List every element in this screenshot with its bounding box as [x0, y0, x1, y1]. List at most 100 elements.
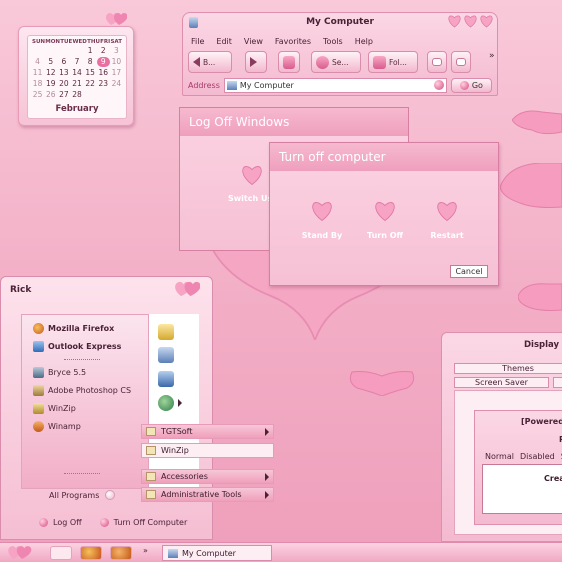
quick-launch-ie-icon[interactable] [50, 546, 72, 560]
calendar-day[interactable]: 23 [97, 79, 110, 89]
quick-launch-winamp-icon[interactable] [110, 546, 132, 560]
program-firefox[interactable]: Mozilla Firefox [33, 323, 114, 334]
address-field[interactable]: My Computer [223, 77, 447, 93]
tab-disabled[interactable]: Disabled [520, 452, 555, 461]
turn-off-computer-label: Turn Off Computer [113, 518, 188, 527]
program-photoshop[interactable]: Adobe Photoshop CS [33, 385, 131, 396]
all-programs-button[interactable]: All Programs [49, 490, 116, 500]
submenu-item-winzip[interactable]: WinZip [141, 443, 274, 458]
go-button[interactable]: Go [450, 77, 492, 93]
calendar-day[interactable]: 8 [84, 57, 97, 67]
calendar-day[interactable]: 22 [84, 79, 97, 89]
calendar-day[interactable]: 3 [110, 46, 123, 56]
calendar-day[interactable]: 15 [84, 68, 97, 78]
views-button-1[interactable] [427, 51, 447, 73]
winzip-icon [33, 403, 44, 414]
address-value: My Computer [239, 80, 294, 90]
expand-arrow-icon[interactable] [178, 399, 182, 407]
toolbar-overflow[interactable]: » [489, 51, 495, 61]
turn-off-option[interactable]: Turn Off [355, 201, 415, 240]
folders-label: Fol... [389, 57, 407, 67]
menu-edit[interactable]: Edit [216, 37, 232, 46]
desktop-heart-small [347, 370, 417, 396]
menu-favorites[interactable]: Favorites [275, 37, 311, 46]
tab-screen-saver[interactable]: Screen Saver [454, 377, 549, 388]
my-computer-icon[interactable] [158, 347, 174, 363]
calendar-day[interactable]: 18 [31, 79, 44, 89]
forward-arrow-icon [250, 57, 257, 67]
my-documents-icon[interactable] [158, 324, 174, 340]
calendar-day[interactable]: 1 [84, 46, 97, 56]
views-button-2[interactable] [451, 51, 471, 73]
program-winamp[interactable]: Winamp [33, 421, 81, 432]
submenu-item-administrative-tools[interactable]: Administrative Tools [141, 487, 274, 502]
calendar-day[interactable]: 25 [31, 90, 44, 100]
calendar-day[interactable]: 12 [44, 68, 57, 78]
calendar-day[interactable]: 11 [31, 68, 44, 78]
control-panel-icon[interactable] [158, 371, 174, 387]
program-firefox-label: Mozilla Firefox [48, 324, 115, 333]
calendar-day[interactable]: 6 [57, 57, 70, 67]
calendar-day[interactable]: 4 [31, 57, 44, 67]
submenu-item-tgtsoft[interactable]: TGTSoft [141, 424, 274, 439]
menu-view[interactable]: View [244, 37, 263, 46]
turnoff-title: Turn off computer [270, 143, 498, 171]
tab-normal[interactable]: Normal [485, 452, 514, 461]
calendar-day[interactable]: 5 [44, 57, 57, 67]
calendar-day[interactable]: 10 [110, 57, 123, 67]
turn-off-computer-button[interactable]: Turn Off Computer [99, 518, 188, 527]
tab-themes[interactable]: Themes [454, 363, 562, 374]
taskbar-my-computer[interactable]: My Computer [162, 545, 272, 561]
minimize-heart-icon[interactable] [447, 15, 462, 28]
stand-by-option[interactable]: Stand By [292, 201, 352, 240]
menu-tools[interactable]: Tools [323, 37, 343, 46]
program-outlook-express[interactable]: Outlook Express [33, 341, 121, 352]
calendar-day-today[interactable]: 9 [96, 57, 110, 67]
program-bryce[interactable]: Bryce 5.5 [33, 367, 86, 378]
close-heart-icon[interactable] [479, 15, 494, 28]
calendar-day[interactable]: 14 [70, 68, 83, 78]
menu-file[interactable]: File [191, 37, 204, 46]
calendar-day[interactable]: 28 [70, 90, 83, 100]
log-off-button[interactable]: Log Off [39, 518, 82, 527]
start-button-hearts-icon[interactable] [6, 545, 32, 560]
log-off-label: Log Off [53, 518, 82, 527]
restart-option[interactable]: Restart [417, 201, 477, 240]
calendar-day [57, 46, 70, 56]
calendar-day[interactable]: 27 [57, 90, 70, 100]
calendar-day[interactable]: 20 [57, 79, 70, 89]
calendar-day[interactable]: 21 [70, 79, 83, 89]
folders-button[interactable]: Fol... [368, 51, 418, 73]
menu-help[interactable]: Help [355, 37, 373, 46]
program-winzip[interactable]: WinZip [33, 403, 76, 414]
program-photoshop-label: Adobe Photoshop CS [48, 386, 132, 395]
calendar-day[interactable]: 13 [57, 68, 70, 78]
up-button[interactable] [278, 51, 300, 73]
search-button[interactable]: Se... [311, 51, 361, 73]
quick-launch-chevron[interactable]: » [143, 546, 148, 555]
forward-button[interactable] [245, 51, 267, 73]
all-programs-label: All Programs [49, 490, 100, 500]
calendar-day[interactable]: 2 [97, 46, 110, 56]
cancel-button[interactable]: Cancel [450, 265, 488, 278]
calendar-day[interactable]: 19 [44, 79, 57, 89]
turn-off-icon [99, 518, 109, 527]
calendar-day[interactable]: 26 [44, 90, 57, 100]
user-hearts-icon [174, 280, 200, 298]
switch-user-heart-icon[interactable] [240, 165, 264, 186]
internet-icon[interactable] [158, 395, 174, 411]
quick-launch-firefox-icon[interactable] [80, 546, 102, 560]
desktop-heart-right-3 [518, 282, 562, 312]
search-label: Se... [332, 57, 349, 67]
calendar-day[interactable]: 7 [70, 57, 83, 67]
submenu-item-accessories[interactable]: Accessories [141, 469, 274, 484]
calendar-day[interactable]: 16 [97, 68, 110, 78]
address-dropdown-icon[interactable] [433, 80, 444, 90]
program-outlook-label: Outlook Express [48, 342, 122, 351]
submenu-arrow-icon [265, 428, 269, 436]
calendar-day[interactable]: 24 [110, 79, 123, 89]
maximize-heart-icon[interactable] [463, 15, 478, 28]
calendar-day[interactable]: 17 [110, 68, 123, 78]
tab-more[interactable] [553, 377, 562, 388]
back-button[interactable]: B... [188, 51, 232, 73]
